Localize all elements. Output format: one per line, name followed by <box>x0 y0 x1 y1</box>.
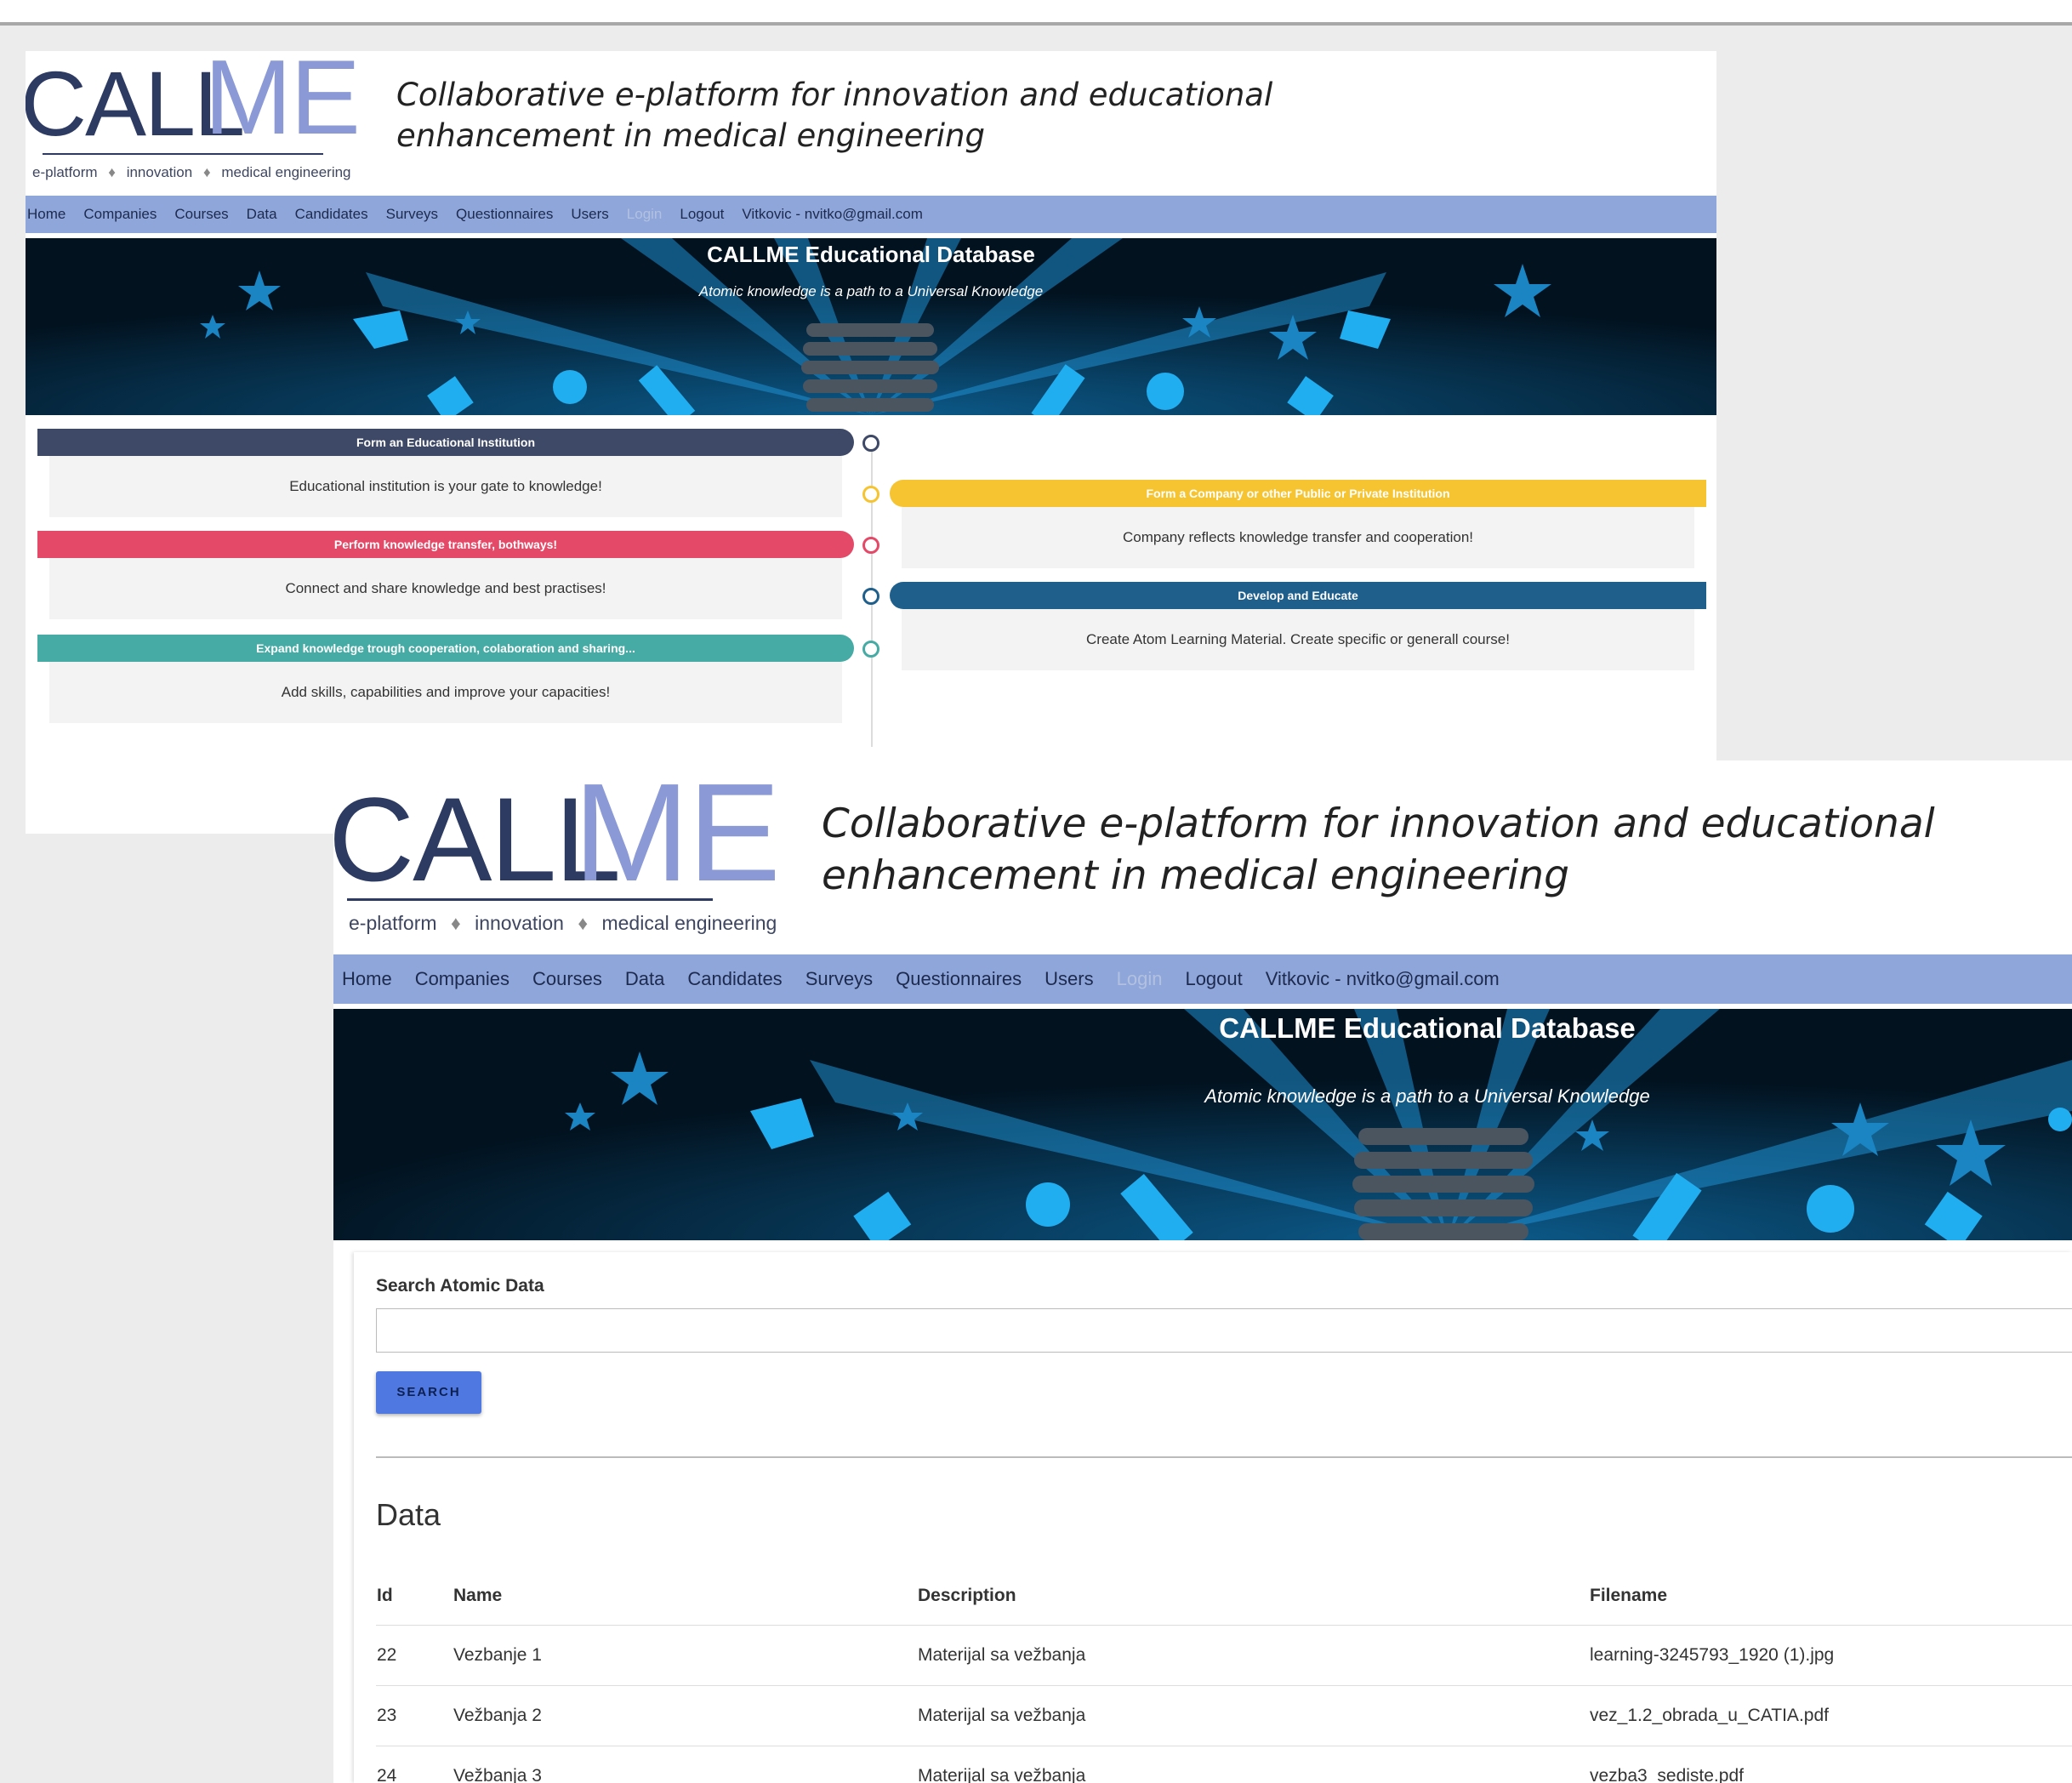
timeline-card-4: Create Atom Learning Material. Create sp… <box>902 609 1694 670</box>
banner-subtitle: Atomic knowledge is a path to a Universa… <box>698 283 1043 299</box>
nav-courses[interactable]: Courses <box>532 968 602 990</box>
timeline-dot-2 <box>862 486 879 503</box>
nav-users[interactable]: Users <box>571 206 608 223</box>
nav-surveys[interactable]: Surveys <box>386 206 438 223</box>
cell-id: 22 <box>376 1625 453 1686</box>
hero-banner: CALLME Educational Database Atomic knowl… <box>26 238 1716 415</box>
nav-home[interactable]: Home <box>342 968 392 990</box>
search-input[interactable] <box>376 1308 2072 1353</box>
banner-illustration-large: CALLME Educational Database Atomic knowl… <box>333 1009 2072 1240</box>
table-row[interactable]: 22 Vezbanje 1 Materijal sa vežbanja lear… <box>376 1625 2072 1686</box>
nav-logout[interactable]: Logout <box>1185 968 1242 990</box>
timeline-label-4: Develop and Educate <box>890 582 1706 609</box>
cell-filename[interactable]: vezba3_sediste.pdf <box>1589 1746 2072 1783</box>
banner-subtitle-large: Atomic knowledge is a path to a Universa… <box>1203 1085 1649 1107</box>
banner-title: CALLME Educational Database <box>707 242 1035 267</box>
nav-questionnaires[interactable]: Questionnaires <box>896 968 1022 990</box>
cell-name: Vežbanja 3 <box>453 1746 917 1783</box>
cell-id: 24 <box>376 1746 453 1783</box>
data-page-screenshot: CALL ME e-platform ♦ innovation ♦ medica… <box>333 760 2072 1783</box>
cell-name: Vezbanje 1 <box>453 1625 917 1686</box>
timeline-label-3: Perform knowledge transfer, bothways! <box>37 531 854 558</box>
search-button[interactable]: SEARCH <box>376 1371 481 1414</box>
timeline-dot-4 <box>862 588 879 605</box>
timeline-label-1: Form an Educational Institution <box>37 429 854 456</box>
nav-courses[interactable]: Courses <box>174 206 228 223</box>
nav-logout[interactable]: Logout <box>680 206 724 223</box>
logo-tagline: e-platform ♦ innovation ♦ medical engine… <box>32 164 351 180</box>
nav-data[interactable]: Data <box>247 206 277 223</box>
col-description: Description <box>917 1567 1589 1626</box>
logo-me-large: ME <box>573 760 781 910</box>
timeline-card-1: Educational institution is your gate to … <box>49 456 842 517</box>
browser-top-edge <box>0 0 2072 26</box>
nav-user-info: Vitkovic - nvitko@gmail.com <box>1265 968 1500 989</box>
table-row[interactable]: 24 Vežbanja 3 Materijal sa vežbanja vezb… <box>376 1746 2072 1783</box>
callme-logo[interactable]: CALL ME e-platform ♦ innovation ♦ medica… <box>26 51 383 196</box>
banner-illustration: CALLME Educational Database Atomic knowl… <box>26 238 1716 415</box>
data-table: Id Name Description Filename 22 Vezbanje… <box>376 1567 2072 1783</box>
data-heading: Data <box>376 1497 441 1532</box>
timeline-card-3: Connect and share knowledge and best pra… <box>49 558 842 619</box>
banner-title-large: CALLME Educational Database <box>1219 1012 1636 1044</box>
timeline-dot-5 <box>862 641 879 658</box>
cell-description: Materijal sa vežbanja <box>917 1746 1589 1783</box>
cell-filename[interactable]: learning-3245793_1920 (1).jpg <box>1589 1625 2072 1686</box>
cell-filename[interactable]: vez_1.2_obrada_u_CATIA.pdf <box>1589 1685 2072 1746</box>
nav-bar-large: Home Companies Courses Data Candidates S… <box>333 954 2072 1004</box>
col-filename: Filename <box>1589 1567 2072 1626</box>
hero-banner-large: CALLME Educational Database Atomic knowl… <box>333 1009 2072 1240</box>
timeline-dot-1 <box>862 435 879 452</box>
page-headline: Collaborative e-platform for innovation … <box>396 77 1273 155</box>
cell-name: Vežbanja 2 <box>453 1685 917 1746</box>
nav-user-info: Vitkovic - nvitko@gmail.com <box>742 206 923 222</box>
timeline-label-5: Expand knowledge trough cooperation, col… <box>37 635 854 662</box>
home-page-screenshot: CALL ME e-platform ♦ innovation ♦ medica… <box>26 51 1716 834</box>
search-label: Search Atomic Data <box>376 1276 544 1296</box>
timeline-card-5: Add skills, capabilities and improve you… <box>49 662 842 723</box>
nav-candidates[interactable]: Candidates <box>295 206 368 223</box>
cell-description: Materijal sa vežbanja <box>917 1685 1589 1746</box>
cell-id: 23 <box>376 1685 453 1746</box>
timeline-dot-3 <box>862 537 879 554</box>
search-panel: Search Atomic Data SEARCH Data Id Name D… <box>354 1252 2072 1783</box>
nav-users[interactable]: Users <box>1045 968 1093 990</box>
nav-home[interactable]: Home <box>27 206 65 223</box>
nav-login[interactable]: Login <box>627 206 663 223</box>
nav-candidates[interactable]: Candidates <box>687 968 782 990</box>
col-id: Id <box>376 1567 453 1626</box>
section-divider <box>376 1456 2072 1458</box>
nav-surveys[interactable]: Surveys <box>805 968 873 990</box>
nav-companies[interactable]: Companies <box>415 968 509 990</box>
nav-questionnaires[interactable]: Questionnaires <box>456 206 553 223</box>
nav-bar: Home Companies Courses Data Candidates S… <box>26 196 1716 233</box>
logo-underline-large <box>347 898 713 901</box>
nav-data[interactable]: Data <box>625 968 664 990</box>
cell-description: Materijal sa vežbanja <box>917 1625 1589 1686</box>
logo-underline <box>43 153 323 155</box>
nav-companies[interactable]: Companies <box>83 206 157 223</box>
logo-tagline-large: e-platform ♦ innovation ♦ medical engine… <box>349 912 777 934</box>
col-name: Name <box>453 1567 917 1626</box>
table-row[interactable]: 23 Vežbanja 2 Materijal sa vežbanja vez_… <box>376 1685 2072 1746</box>
timeline-card-2: Company reflects knowledge transfer and … <box>902 507 1694 568</box>
callme-logo-large[interactable]: CALL ME e-platform ♦ innovation ♦ medica… <box>333 760 781 953</box>
logo-me: ME <box>204 51 361 157</box>
page-headline-large: Collaborative e-platform for innovation … <box>822 800 1935 900</box>
table-header-row: Id Name Description Filename <box>376 1567 2072 1626</box>
timeline-label-2: Form a Company or other Public or Privat… <box>890 480 1706 507</box>
nav-login[interactable]: Login <box>1117 968 1163 990</box>
